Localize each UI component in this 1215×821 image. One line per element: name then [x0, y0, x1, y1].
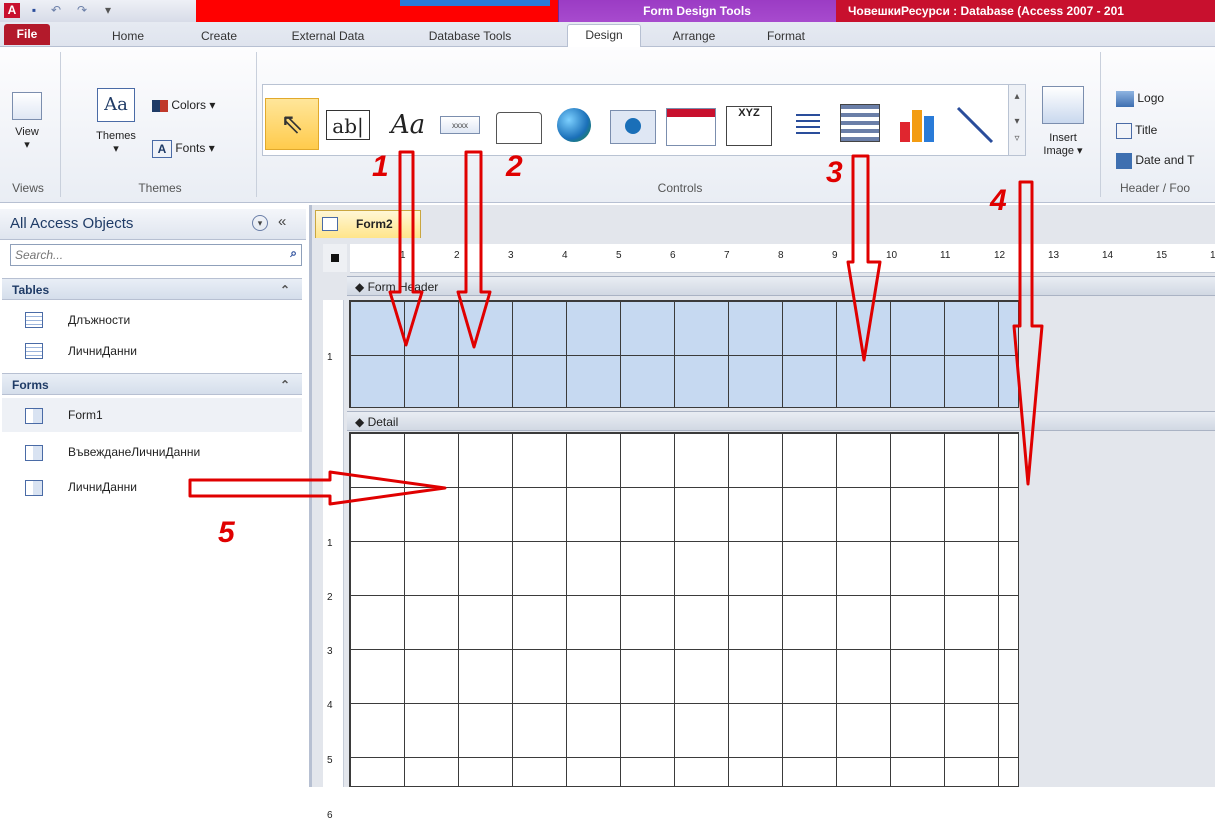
annotation-arrow	[388, 150, 424, 347]
annotation-arrow	[456, 150, 492, 349]
annotation-number: 4	[990, 184, 1007, 217]
annotation-arrow	[1012, 180, 1044, 486]
ruler-number: 6	[327, 810, 333, 821]
annotation-number: 5	[218, 516, 235, 549]
annotation-number: 1	[372, 150, 389, 183]
annotation-arrow	[846, 154, 882, 362]
annotation-arrow	[188, 470, 447, 506]
annotation-number: 2	[506, 150, 523, 183]
annotation-number: 3	[826, 156, 843, 189]
annotation-layer	[188, 150, 1044, 506]
